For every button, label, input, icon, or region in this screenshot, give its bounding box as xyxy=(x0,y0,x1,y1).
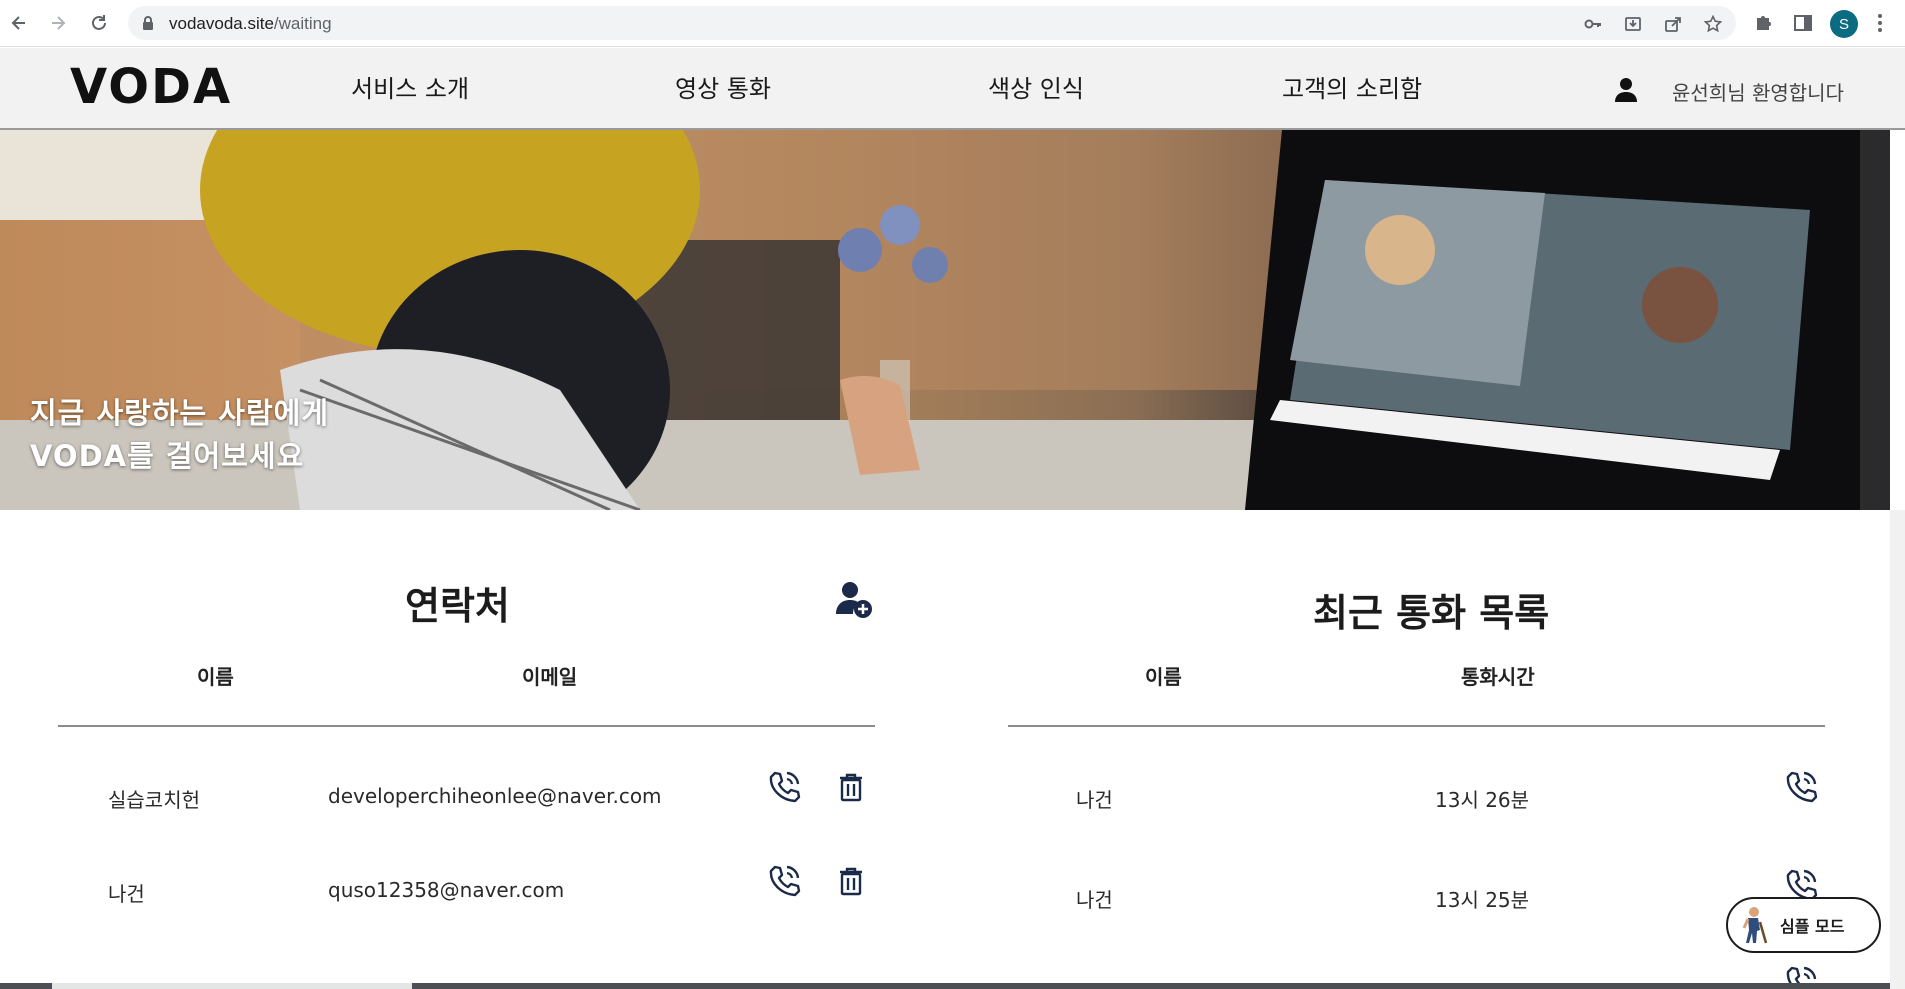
delete-contact-button[interactable] xyxy=(834,864,868,898)
recent-call-time: 13시 25분 xyxy=(1435,888,1530,912)
welcome-message: 윤선희님 환영합니다 xyxy=(1672,81,1844,105)
simple-mode-label: 심플 모드 xyxy=(1780,917,1845,936)
call-contact-button[interactable] xyxy=(767,770,801,804)
elderly-person-icon xyxy=(1742,907,1768,944)
trash-icon xyxy=(840,867,862,896)
reload-button[interactable] xyxy=(86,10,112,36)
phone-call-icon xyxy=(1786,966,1817,983)
contacts-divider xyxy=(58,725,875,727)
voda-logo[interactable]: VODA xyxy=(70,62,232,112)
reload-icon xyxy=(92,15,106,30)
trash-icon xyxy=(840,773,862,802)
address-bar[interactable]: vodavoda.site/waiting xyxy=(128,6,1736,40)
menu-kebab-icon[interactable] xyxy=(1877,13,1883,33)
hero-tagline: 지금 사랑하는 사람에게 VODA를 걸어보세요 xyxy=(30,392,329,478)
contact-email: quso12358@naver.com xyxy=(328,878,565,902)
recent-col-name: 이름 xyxy=(1145,665,1182,689)
add-user-icon xyxy=(836,582,872,618)
hero-line-1: 지금 사랑하는 사람에게 xyxy=(30,396,329,430)
delete-contact-button[interactable] xyxy=(834,770,868,804)
hero-banner: 지금 사랑하는 사람에게 VODA를 걸어보세요 xyxy=(0,130,1890,510)
contacts-col-name: 이름 xyxy=(197,665,234,689)
url-text: vodavoda.site/waiting xyxy=(169,14,332,33)
phone-call-icon xyxy=(769,771,801,803)
forward-button[interactable] xyxy=(45,10,71,36)
profile-avatar[interactable]: S xyxy=(1830,10,1858,38)
simple-mode-button[interactable]: 심플 모드 xyxy=(1726,897,1881,953)
side-panel-icon[interactable] xyxy=(1792,12,1814,34)
call-again-button[interactable] xyxy=(1784,965,1818,983)
recent-col-time: 통화시간 xyxy=(1461,665,1535,689)
nav-service-intro[interactable]: 서비스 소개 xyxy=(351,74,469,104)
share-icon[interactable] xyxy=(1664,15,1682,33)
horizontal-scroll-thumb[interactable] xyxy=(52,983,412,989)
call-contact-button[interactable] xyxy=(767,864,801,898)
back-button[interactable] xyxy=(6,10,32,36)
contact-name: 실습코치헌 xyxy=(108,788,200,812)
add-contact-button[interactable] xyxy=(834,580,874,620)
lock-icon xyxy=(143,16,153,30)
contact-email: developerchiheonlee@naver.com xyxy=(328,784,662,808)
contacts-col-email: 이메일 xyxy=(522,665,578,689)
arrow-right-icon xyxy=(52,16,66,30)
recent-call-name: 나건 xyxy=(1076,788,1113,812)
browser-toolbar: vodavoda.site/waiting S xyxy=(0,0,1905,47)
install-icon[interactable] xyxy=(1624,15,1642,33)
nav-customer-voice[interactable]: 고객의 소리함 xyxy=(1282,74,1422,104)
user-icon[interactable] xyxy=(1614,77,1638,103)
key-icon[interactable] xyxy=(1584,15,1602,33)
hero-line-2: VODA를 걸어보세요 xyxy=(30,439,305,473)
contact-name: 나건 xyxy=(108,882,145,906)
call-again-button[interactable] xyxy=(1784,770,1818,804)
nav-video-call[interactable]: 영상 통화 xyxy=(675,74,771,104)
phone-call-icon xyxy=(1786,771,1818,803)
puzzle-icon[interactable] xyxy=(1753,12,1775,34)
contacts-title: 연락처 xyxy=(405,584,510,628)
recent-calls-title: 최근 통화 목록 xyxy=(1313,591,1550,635)
nav-color-recognition[interactable]: 색상 인식 xyxy=(988,74,1084,104)
recent-call-time: 13시 26분 xyxy=(1435,788,1530,812)
phone-call-icon xyxy=(769,865,801,897)
arrow-left-icon xyxy=(11,16,25,30)
recent-divider xyxy=(1008,725,1825,727)
recent-call-name: 나건 xyxy=(1076,888,1113,912)
star-icon[interactable] xyxy=(1704,15,1722,33)
site-header: VODA 서비스 소개 영상 통화 색상 인식 고객의 소리함 윤선희님 환영합… xyxy=(0,48,1905,130)
page-scrollbar[interactable] xyxy=(1890,510,1905,989)
